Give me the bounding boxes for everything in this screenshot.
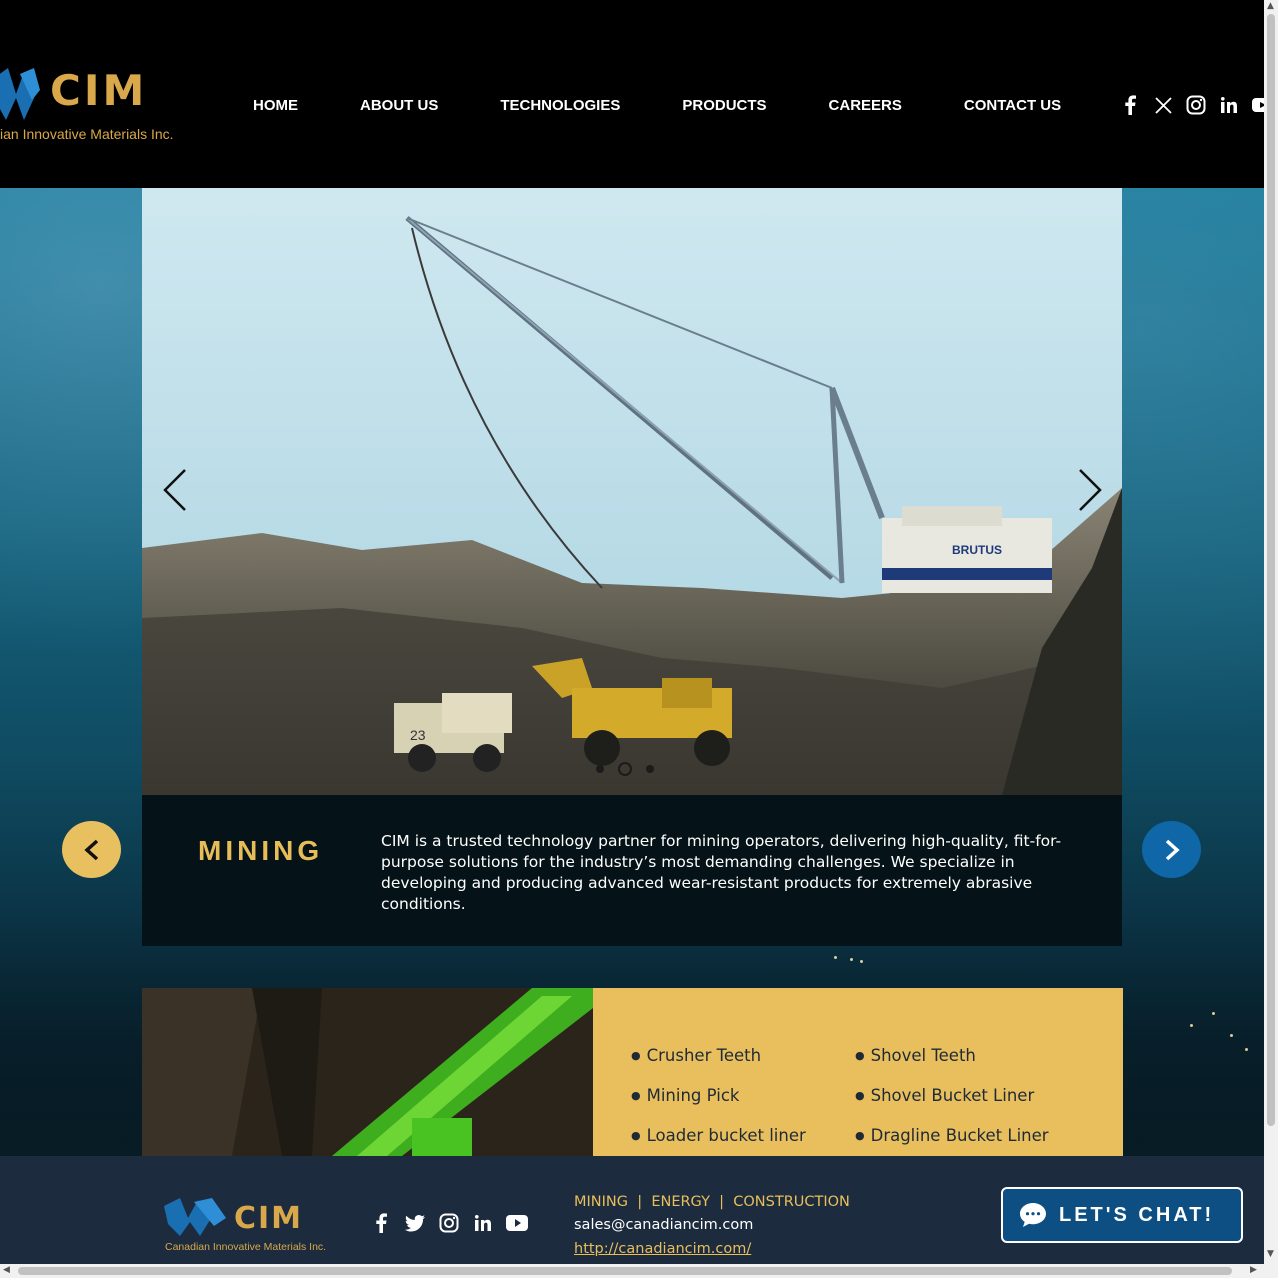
chat-button[interactable]: LET'S CHAT! bbox=[1001, 1187, 1243, 1243]
nav-products[interactable]: PRODUCTS bbox=[651, 96, 797, 116]
slide-next-arrow-icon[interactable] bbox=[1078, 468, 1102, 512]
vertical-scrollbar[interactable]: ▲ ▼ bbox=[1264, 0, 1278, 1266]
youtube-icon[interactable] bbox=[506, 1212, 528, 1234]
caption-text: CIM is a trusted technology partner for … bbox=[381, 832, 1062, 913]
page: CIM ian Innovative Materials Inc. HOME A… bbox=[0, 0, 1278, 1278]
horizontal-scrollbar[interactable]: ◀ ▶ bbox=[0, 1264, 1264, 1278]
slide-prev-arrow-icon[interactable] bbox=[163, 468, 187, 512]
nav-careers[interactable]: CAREERS bbox=[798, 96, 933, 116]
logo-subtitle: ian Innovative Materials Inc. bbox=[0, 126, 174, 142]
footer-logo-subtitle: Canadian Innovative Materials Inc. bbox=[165, 1241, 327, 1253]
slide-caption: MINING CIM is a trusted technology partn… bbox=[142, 795, 1122, 946]
instagram-icon[interactable] bbox=[1186, 95, 1206, 115]
instagram-icon[interactable] bbox=[438, 1212, 460, 1234]
footer-social-links bbox=[370, 1212, 528, 1234]
section-next-button[interactable] bbox=[1142, 821, 1201, 878]
cim-logo-mark-icon bbox=[0, 68, 40, 120]
product-shovel-bucket-liner: Shovel Bucket Liner bbox=[855, 1086, 1035, 1105]
horizontal-scrollbar-thumb[interactable] bbox=[18, 1267, 1232, 1275]
chevron-left-icon bbox=[83, 839, 98, 860]
site-header: CIM ian Innovative Materials Inc. HOME A… bbox=[0, 0, 1272, 188]
facebook-icon[interactable] bbox=[370, 1212, 392, 1234]
product-crusher-teeth: Crusher Teeth bbox=[631, 1046, 762, 1065]
mining-dragline-photo: BRUTUS 23 bbox=[142, 188, 1122, 795]
nav-about-us[interactable]: ABOUT US bbox=[329, 96, 469, 116]
product-list: Crusher Teeth Mining Pick Loader bucket … bbox=[593, 988, 1123, 1156]
machine-label: BRUTUS bbox=[952, 543, 1002, 557]
header-social-links bbox=[1120, 95, 1272, 115]
vertical-scrollbar-thumb[interactable] bbox=[1267, 14, 1275, 1126]
footer-logo-mark-icon[interactable] bbox=[164, 1196, 230, 1240]
footer-email-link[interactable]: sales@canadiancim.com bbox=[574, 1217, 753, 1233]
slide-dot-1[interactable] bbox=[596, 765, 604, 773]
caption-title: MINING bbox=[198, 835, 324, 866]
facebook-icon[interactable] bbox=[1120, 95, 1140, 115]
linkedin-icon[interactable] bbox=[1219, 95, 1239, 115]
scrollbar-corner bbox=[1264, 1264, 1278, 1278]
scroll-down-icon[interactable]: ▼ bbox=[1267, 1250, 1274, 1259]
truck-number: 23 bbox=[410, 727, 426, 743]
footer-website-link[interactable]: http://canadiancim.com/ bbox=[574, 1241, 751, 1257]
main-nav: HOME ABOUT US TECHNOLOGIES PRODUCTS CARE… bbox=[222, 96, 1092, 116]
chat-button-label: LET'S CHAT! bbox=[1059, 1203, 1215, 1226]
product-loader-bucket-liner: Loader bucket liner bbox=[631, 1126, 806, 1145]
hero-slideshow: BRUTUS 23 bbox=[142, 188, 1122, 795]
scroll-up-icon[interactable]: ▲ bbox=[1267, 2, 1274, 11]
scroll-left-icon[interactable]: ◀ bbox=[3, 1266, 10, 1275]
x-icon[interactable] bbox=[1153, 95, 1173, 115]
nav-contact-us[interactable]: CONTACT US bbox=[933, 96, 1092, 116]
slide-dot-3[interactable] bbox=[646, 765, 654, 773]
site-logo[interactable]: CIM ian Innovative Materials Inc. bbox=[0, 62, 200, 144]
footer-logo-text: CIM bbox=[234, 1201, 304, 1236]
chat-bubble-icon bbox=[1020, 1203, 1046, 1227]
product-shovel-teeth: Shovel Teeth bbox=[855, 1046, 976, 1065]
slide-dot-2[interactable] bbox=[618, 762, 632, 776]
linkedin-icon[interactable] bbox=[472, 1212, 494, 1234]
product-photo bbox=[142, 988, 593, 1156]
chevron-right-icon bbox=[1165, 839, 1180, 860]
scroll-right-icon[interactable]: ▶ bbox=[1250, 1266, 1257, 1275]
section-prev-button[interactable] bbox=[62, 821, 121, 878]
twitter-icon[interactable] bbox=[404, 1212, 426, 1234]
nav-technologies[interactable]: TECHNOLOGIES bbox=[469, 96, 651, 116]
nav-home[interactable]: HOME bbox=[222, 96, 329, 116]
footer-categories: MINING | ENERGY | CONSTRUCTION bbox=[574, 1194, 850, 1210]
product-mining-pick: Mining Pick bbox=[631, 1086, 740, 1105]
logo-text: CIM bbox=[50, 66, 148, 115]
product-dragline-bucket-liner: Dragline Bucket Liner bbox=[855, 1126, 1049, 1145]
slide-indicator bbox=[596, 762, 654, 776]
